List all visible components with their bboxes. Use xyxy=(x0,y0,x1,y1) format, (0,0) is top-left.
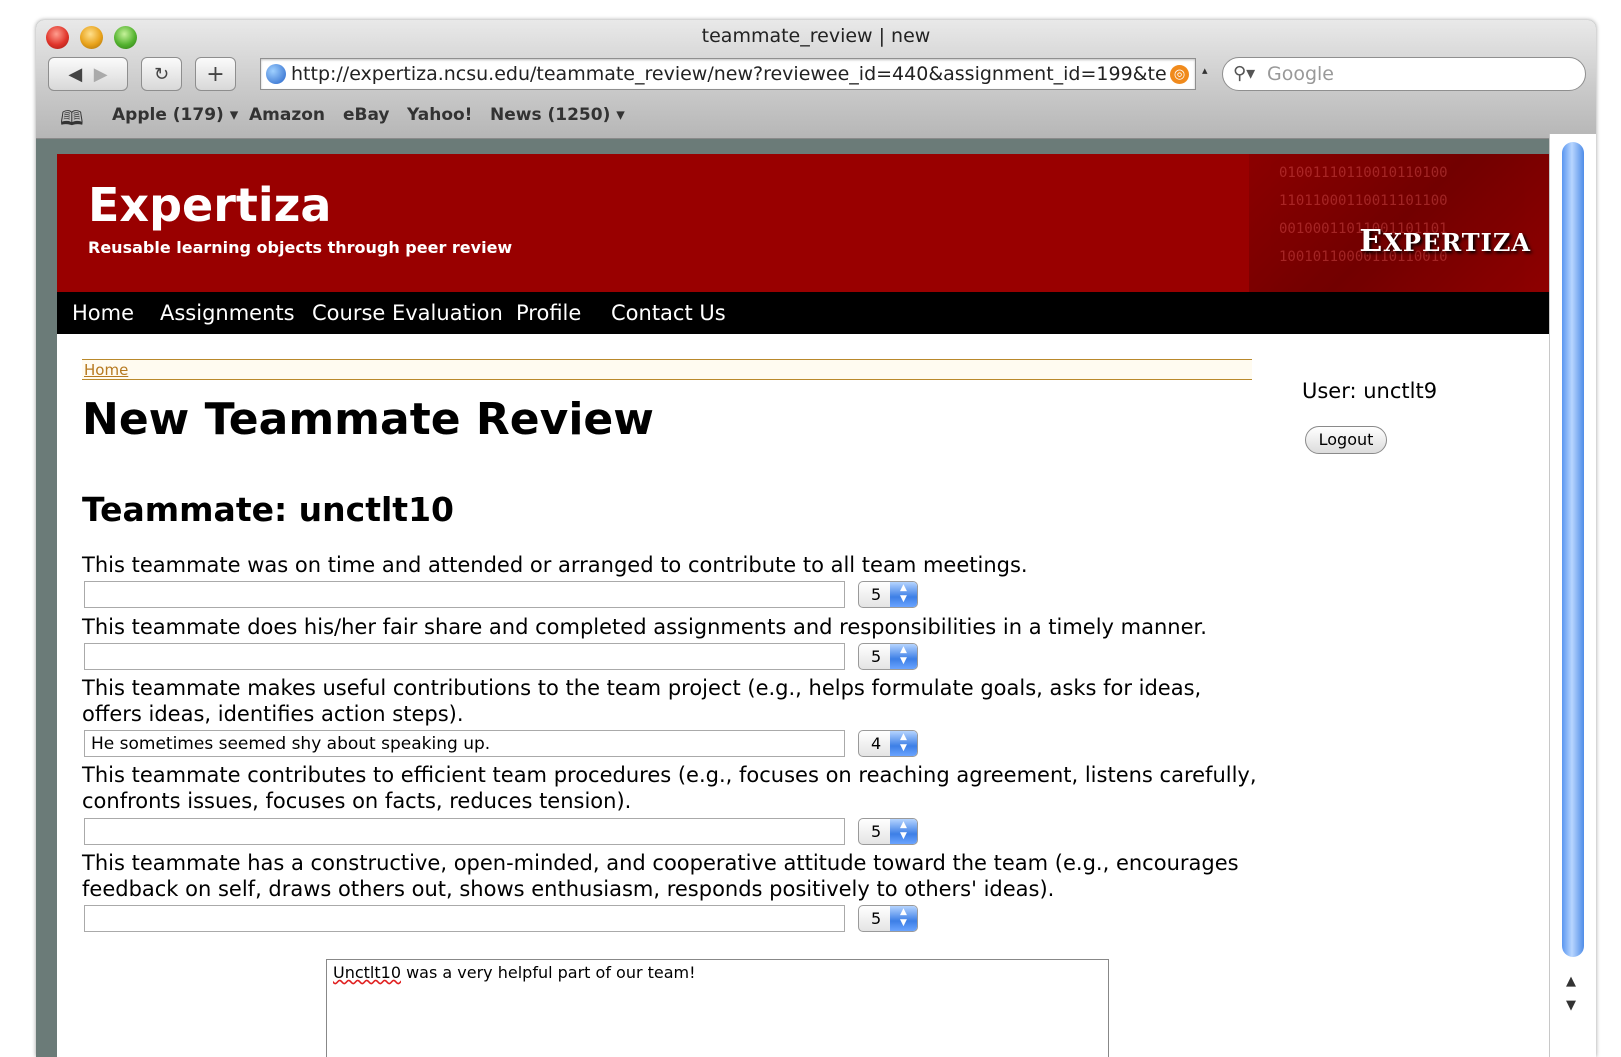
url-text[interactable]: http://expertiza.ncsu.edu/teammate_revie… xyxy=(291,63,1167,85)
site-globe-icon xyxy=(266,64,286,84)
score-select[interactable]: 5 ▲ ▼ xyxy=(858,818,918,845)
question-comment-field[interactable]: He sometimes seemed shy about speaking u… xyxy=(84,730,845,757)
nav-assignments[interactable]: Assignments xyxy=(160,301,295,325)
browser-window: teammate_review | new ◀ ▶ ↻ + http://exp… xyxy=(36,20,1596,1057)
banner-decoration: 01001110110010110100 1101100011001110110… xyxy=(1249,154,1549,292)
breadcrumb-home-link[interactable]: Home xyxy=(84,361,128,379)
bookmark-news[interactable]: News (1250) ▾ xyxy=(490,105,625,125)
main-nav: Home Assignments Course Evaluation Profi… xyxy=(57,292,1549,334)
scroll-up-arrow-icon[interactable]: ▲ xyxy=(1566,974,1576,989)
select-arrows-icon: ▲ ▼ xyxy=(890,819,917,844)
question-text: This teammate contributes to efficient t… xyxy=(82,763,1257,813)
breadcrumb: Home xyxy=(82,359,1252,380)
browser-toolbar: teammate_review | new ◀ ▶ ↻ + http://exp… xyxy=(36,20,1596,139)
url-dropdown-icon[interactable]: ▴ xyxy=(1202,64,1208,77)
question-text: This teammate has a constructive, open-m… xyxy=(82,851,1239,901)
rss-icon[interactable]: ◎ xyxy=(1170,65,1189,84)
bookmark-ebay[interactable]: eBay xyxy=(343,105,390,125)
score-select[interactable]: 5 ▲ ▼ xyxy=(858,905,918,932)
misspelled-word: Unctlt10 xyxy=(333,963,401,982)
bookmark-amazon[interactable]: Amazon xyxy=(249,105,325,125)
question-comment-field[interactable] xyxy=(84,643,845,670)
search-placeholder[interactable]: Google xyxy=(1267,63,1334,85)
score-value: 5 xyxy=(871,585,882,604)
bookmarks-book-icon[interactable]: 🕮 xyxy=(60,104,84,138)
score-value: 5 xyxy=(871,647,882,666)
search-field[interactable]: ⚲▾ Google xyxy=(1222,57,1586,91)
scroll-thumb[interactable] xyxy=(1562,142,1584,957)
back-forward-button[interactable]: ◀ ▶ xyxy=(48,57,128,91)
web-page: 01001110110010110100 1101100011001110110… xyxy=(57,154,1549,1057)
search-icon[interactable]: ⚲▾ xyxy=(1233,63,1255,84)
site-title: Expertiza xyxy=(88,178,332,232)
teammate-heading: Teammate: unctlt10 xyxy=(82,490,454,529)
reload-button[interactable]: ↻ xyxy=(141,57,182,91)
overall-comment-textarea[interactable]: Unctlt10 was a very helpful part of our … xyxy=(326,959,1109,1057)
forward-arrow-icon[interactable]: ▶ xyxy=(94,64,108,85)
expertiza-logo: EXPERTIZA xyxy=(1359,224,1531,259)
question-comment-field[interactable] xyxy=(84,905,845,932)
logout-button[interactable]: Logout xyxy=(1305,426,1387,454)
score-select[interactable]: 5 ▲ ▼ xyxy=(858,643,918,670)
question-comment-field[interactable] xyxy=(84,581,845,608)
question-text: This teammate makes useful contributions… xyxy=(82,676,1202,726)
score-select[interactable]: 4 ▲ ▼ xyxy=(858,730,918,757)
add-bookmark-button[interactable]: + xyxy=(195,57,236,91)
plus-icon[interactable]: + xyxy=(206,62,224,87)
site-tagline: Reusable learning objects through peer r… xyxy=(88,238,513,257)
nav-profile[interactable]: Profile xyxy=(516,301,581,325)
question-text: This teammate does his/her fair share an… xyxy=(82,615,1207,639)
question-comment-field[interactable] xyxy=(84,818,845,845)
select-arrows-icon: ▲ ▼ xyxy=(890,582,917,607)
score-value: 4 xyxy=(871,734,882,753)
bookmark-yahoo[interactable]: Yahoo! xyxy=(407,105,472,125)
back-arrow-icon[interactable]: ◀ xyxy=(68,64,82,85)
window-title: teammate_review | new xyxy=(701,25,931,47)
reload-icon[interactable]: ↻ xyxy=(154,64,169,85)
page-title: New Teammate Review xyxy=(82,394,654,445)
score-value: 5 xyxy=(871,822,882,841)
user-label: User: unctlt9 xyxy=(1302,379,1438,403)
nav-course-evaluation[interactable]: Course Evaluation xyxy=(312,301,503,325)
question-text: This teammate was on time and attended o… xyxy=(82,553,1028,577)
vertical-scrollbar[interactable]: ▲ ▼ xyxy=(1549,134,1596,1057)
nav-home[interactable]: Home xyxy=(72,301,134,325)
select-arrows-icon: ▲ ▼ xyxy=(890,731,917,756)
select-arrows-icon: ▲ ▼ xyxy=(890,644,917,669)
overall-comment-text: was a very helpful part of our team! xyxy=(401,963,696,982)
scroll-down-arrow-icon[interactable]: ▼ xyxy=(1566,998,1576,1013)
site-banner: 01001110110010110100 1101100011001110110… xyxy=(57,154,1549,292)
bookmark-apple[interactable]: Apple (179) ▾ xyxy=(112,105,238,125)
select-arrows-icon: ▲ ▼ xyxy=(890,906,917,931)
nav-contact-us[interactable]: Contact Us xyxy=(611,301,726,325)
score-select[interactable]: 5 ▲ ▼ xyxy=(858,581,918,608)
score-value: 5 xyxy=(871,909,882,928)
address-bar[interactable]: http://expertiza.ncsu.edu/teammate_revie… xyxy=(260,58,1196,90)
